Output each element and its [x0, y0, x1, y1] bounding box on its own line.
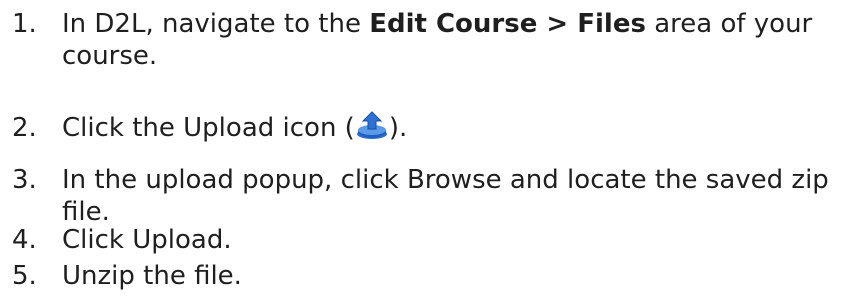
- step-line: In the upload popup, click Browse and lo…: [62, 165, 829, 195]
- step-text: Click the Upload icon ( ).: [62, 110, 847, 144]
- step-text-suffix: ).: [388, 113, 408, 143]
- step-text-prefix: In D2L, navigate to the: [62, 9, 370, 39]
- menu-path: Edit Course > Files: [369, 9, 646, 39]
- step-text: In the upload popup, click Browse and lo…: [62, 164, 847, 228]
- step-number: 5.: [12, 261, 37, 291]
- step-text-prefix: Click the Upload icon (: [62, 113, 355, 143]
- step-line: In D2L, navigate to the Edit Course > Fi…: [62, 8, 847, 40]
- step-text: Unzip the file.: [62, 261, 242, 291]
- upload-icon: [355, 110, 389, 140]
- step-text: Click Upload.: [62, 225, 232, 255]
- step-number: 1.: [12, 9, 37, 39]
- step-line-2: course.: [62, 41, 158, 71]
- step-text-suffix: area of your: [645, 9, 813, 39]
- step-number: 2.: [12, 113, 37, 143]
- step-text: In D2L, navigate to the Edit Course > Fi…: [62, 8, 847, 72]
- step-number: 3.: [12, 165, 37, 195]
- step-number: 4.: [12, 225, 37, 255]
- instruction-list: 1. In D2L, navigate to the Edit Course >…: [0, 0, 855, 300]
